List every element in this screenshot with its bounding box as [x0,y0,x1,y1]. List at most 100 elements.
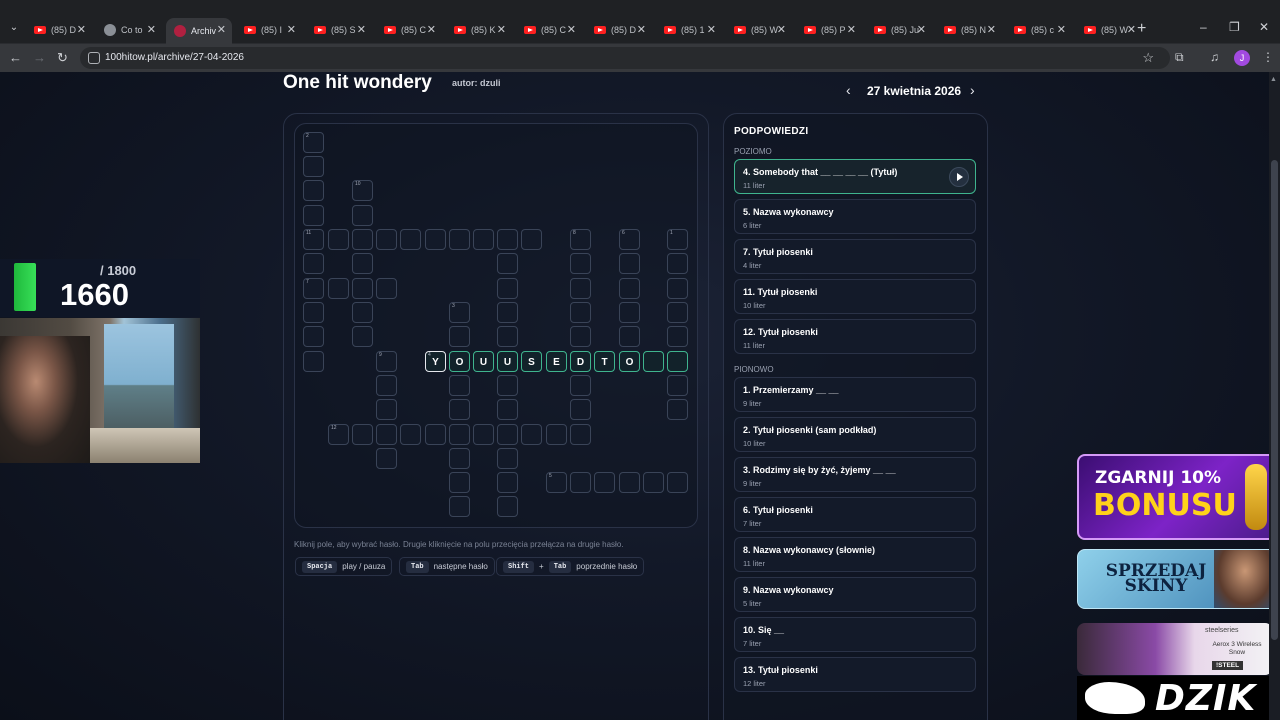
crossword-cell[interactable] [667,253,688,274]
crossword-cell-active[interactable]: D [570,351,591,372]
crossword-cell[interactable] [570,302,591,323]
crossword-cell-active[interactable] [667,351,688,372]
crossword-cell[interactable] [352,253,373,274]
clue-item[interactable]: 6. Tytuł piosenki 7 liter [734,497,976,532]
previous-date-icon[interactable]: ‹ [846,82,851,98]
crossword-cell[interactable] [497,326,518,347]
crossword-cell[interactable] [497,302,518,323]
crossword-cell[interactable] [667,472,688,493]
clue-item[interactable]: 1. Przemierzamy __ __ 9 liter [734,377,976,412]
clue-item[interactable]: 13. Tytuł piosenki 12 liter [734,657,976,692]
crossword-cell[interactable] [303,326,324,347]
close-tab-icon[interactable]: ✕ [917,23,926,36]
clue-item[interactable]: 5. Nazwa wykonawcy 6 liter [734,199,976,234]
crossword-cell[interactable] [352,302,373,323]
url-text[interactable]: 100hitow.pl/archive/27-04-2026 [105,52,244,63]
crossword-cell[interactable]: 11 [303,229,324,250]
crossword-cell[interactable] [497,424,518,445]
crossword-cell[interactable]: 1 [667,229,688,250]
crossword-cell[interactable]: 2 [303,132,324,153]
crossword-cell[interactable] [449,448,470,469]
clue-item[interactable]: 9. Nazwa wykonawcy 5 liter [734,577,976,612]
crossword-cell-active[interactable] [643,351,664,372]
media-controls-icon[interactable]: ♫ [1210,50,1219,64]
next-date-icon[interactable]: › [970,82,975,98]
crossword-cell[interactable] [303,351,324,372]
crossword-cell[interactable] [352,229,373,250]
close-window-icon[interactable]: ✕ [1259,20,1269,34]
crossword-cell[interactable] [376,229,397,250]
close-tab-icon[interactable]: ✕ [77,23,86,36]
crossword-cell[interactable] [425,424,446,445]
close-tab-icon[interactable]: ✕ [497,23,506,36]
scrollbar-thumb[interactable] [1271,160,1278,640]
crossword-cell-active[interactable]: T [594,351,615,372]
crossword-cell[interactable] [400,229,421,250]
browser-tab[interactable]: (85) D ✕ [26,18,92,42]
browser-tab[interactable]: (85) Ju ✕ [866,18,932,42]
crossword-cell[interactable] [449,326,470,347]
tab-search-dropdown-icon[interactable]: ⌄ [6,20,22,36]
browser-tab[interactable]: (85) W ✕ [726,18,792,42]
browser-tab[interactable]: (85) P ✕ [796,18,862,42]
clue-item[interactable]: 12. Tytuł piosenki 11 liter [734,319,976,354]
crossword-cell[interactable]: 12 [328,424,349,445]
crossword-cell[interactable] [303,205,324,226]
new-tab-button[interactable]: + [1137,20,1146,38]
minimize-icon[interactable]: – [1200,20,1207,34]
scroll-up-icon[interactable]: ▲ [1270,76,1277,83]
crossword-cell[interactable] [473,229,494,250]
crossword-cell[interactable] [497,253,518,274]
browser-tab[interactable]: (85) c ✕ [1006,18,1072,42]
close-tab-icon[interactable]: ✕ [847,23,856,36]
crossword-cell[interactable] [352,278,373,299]
crossword-cell[interactable] [449,375,470,396]
reload-icon[interactable]: ↻ [57,50,68,66]
crossword-cell[interactable]: 9 [376,351,397,372]
close-tab-icon[interactable]: ✕ [987,23,996,36]
crossword-cell[interactable] [497,278,518,299]
close-tab-icon[interactable]: ✕ [707,23,716,36]
crossword-cell-active[interactable]: E [546,351,567,372]
crossword-cell[interactable]: 5 [546,472,567,493]
crossword-cell[interactable] [667,375,688,396]
clue-item[interactable]: 3. Rodzimy się by żyć, żyjemy __ __ 9 lit… [734,457,976,492]
maximize-icon[interactable]: ❐ [1229,20,1240,34]
browser-tab[interactable]: (85) N ✕ [936,18,1002,42]
crossword-cell-active[interactable]: U [473,351,494,372]
crossword-cell[interactable] [425,229,446,250]
crossword-cell[interactable] [570,326,591,347]
play-icon[interactable] [949,167,969,187]
crossword-cell[interactable]: 10 [352,180,373,201]
crossword-cell[interactable] [643,472,664,493]
crossword-cell[interactable]: 7 [303,278,324,299]
forward-icon[interactable]: → [33,50,46,65]
crossword-cell[interactable] [497,472,518,493]
crossword-cell[interactable] [497,496,518,517]
clue-item[interactable]: 2. Tytuł piosenki (sam podkład) 10 liter [734,417,976,452]
crossword-cell[interactable] [546,424,567,445]
crossword-cell[interactable] [667,302,688,323]
crossword-cell-active[interactable]: S [521,351,542,372]
crossword-cell[interactable] [570,399,591,420]
close-tab-icon[interactable]: ✕ [567,23,576,36]
crossword-cell[interactable] [449,399,470,420]
crossword-cell[interactable] [449,424,470,445]
crossword-cell[interactable] [497,375,518,396]
browser-tab[interactable]: (85) C ✕ [516,18,582,42]
browser-tab[interactable]: (85) S ✕ [306,18,372,42]
crossword-cell[interactable] [473,424,494,445]
crossword-cell[interactable] [667,399,688,420]
clue-item[interactable]: 10. Się __ 7 liter [734,617,976,652]
close-tab-icon[interactable]: ✕ [217,23,226,36]
browser-tab[interactable]: (85) I ✕ [236,18,302,42]
close-tab-icon[interactable]: ✕ [147,23,156,36]
crossword-cell[interactable] [449,472,470,493]
crossword-cell[interactable] [400,424,421,445]
crossword-cell[interactable] [619,253,640,274]
crossword-cell-active[interactable]: O [619,351,640,372]
crossword-cell[interactable] [497,399,518,420]
crossword-cell[interactable] [570,278,591,299]
close-tab-icon[interactable]: ✕ [1127,23,1136,36]
crossword-cell[interactable] [303,180,324,201]
